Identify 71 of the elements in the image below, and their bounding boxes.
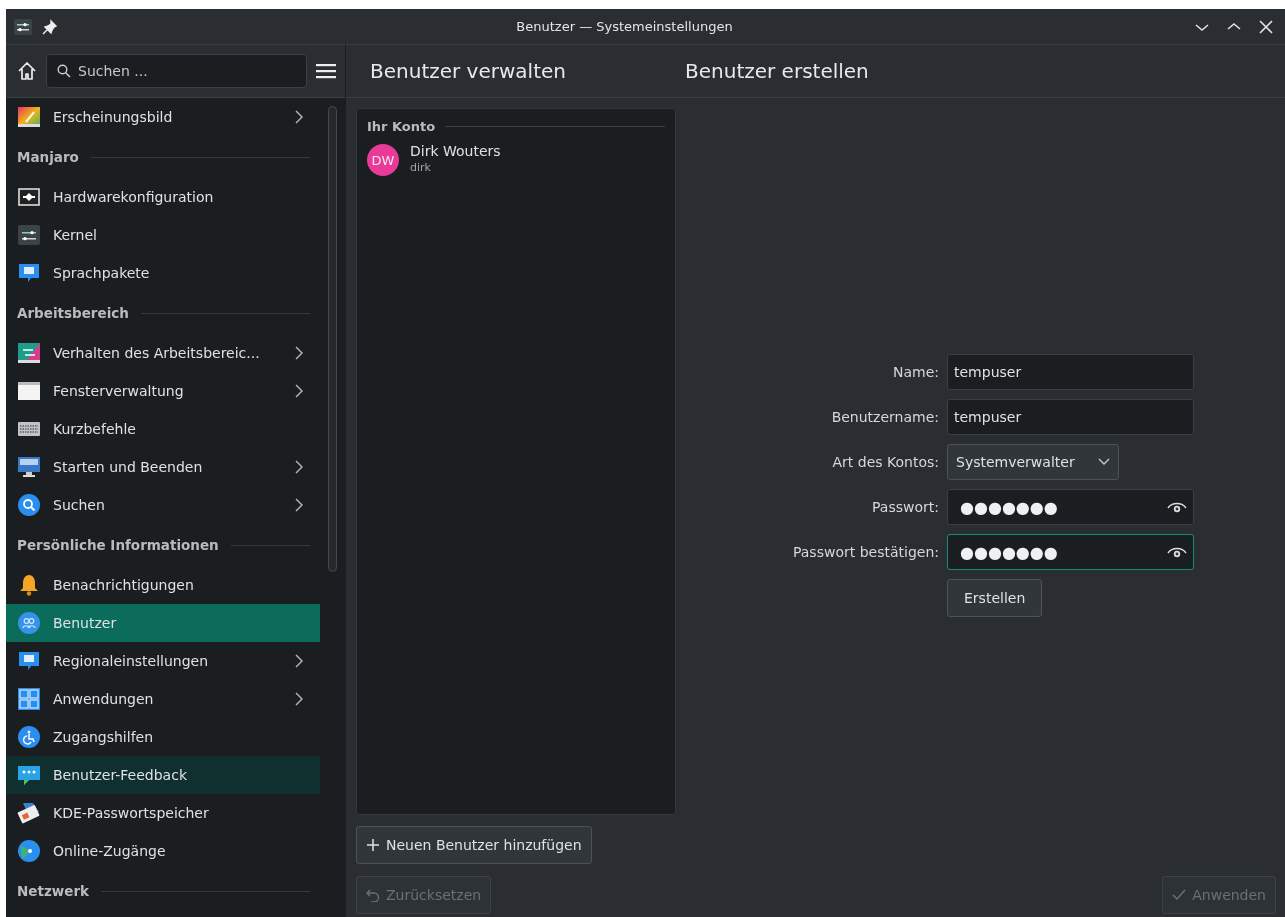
page-title: Benutzer erstellen bbox=[685, 59, 869, 83]
field-label: Passwort bestätigen: bbox=[791, 544, 939, 560]
sidebar-item[interactable]: Hardwarekonfiguration bbox=[6, 178, 320, 216]
sidebar-item[interactable]: Benachrichtigungen bbox=[6, 566, 320, 604]
scrollbar-thumb[interactable] bbox=[328, 106, 337, 572]
page-title: Benutzer verwalten bbox=[370, 59, 566, 83]
sidebar-item[interactable]: Benutzer-Feedback bbox=[6, 756, 320, 794]
sidebar-item[interactable]: Regionaleinstellungen bbox=[6, 642, 320, 680]
sidebar-item[interactable]: Starten und Beenden bbox=[6, 448, 320, 486]
password-field[interactable]: ●●●●●●● bbox=[947, 534, 1194, 570]
sidebar-item[interactable]: Kurzbefehle bbox=[6, 410, 320, 448]
add-user-button[interactable]: Neuen Benutzer hinzufügen bbox=[356, 826, 592, 864]
globe-icon bbox=[17, 839, 41, 863]
monitor-icon bbox=[17, 455, 41, 479]
account-type-dropdown[interactable]: Systemverwalter bbox=[947, 444, 1119, 480]
eye-icon[interactable] bbox=[1167, 545, 1187, 559]
chevron-right-icon bbox=[294, 692, 304, 706]
section-heading: Manjaro bbox=[17, 149, 79, 165]
card-icon bbox=[17, 185, 41, 209]
avatar: DW bbox=[367, 144, 399, 176]
sidebar-item[interactable]: Verhalten des Arbeitsbereic... bbox=[6, 334, 320, 372]
sidebar-item[interactable]: Zugangshilfen bbox=[6, 718, 320, 756]
user-login: dirk bbox=[410, 161, 432, 174]
window-title: Benutzer — Systemeinstellungen bbox=[515, 19, 734, 34]
chevron-right-icon bbox=[294, 110, 304, 124]
window-icon bbox=[17, 379, 41, 403]
users-icon bbox=[17, 611, 41, 635]
section-heading: Netzwerk bbox=[17, 883, 90, 899]
field-label: Art des Kontos: bbox=[831, 454, 939, 470]
sidebar-item[interactable]: Online-Zugänge bbox=[6, 832, 320, 870]
sidebar-item[interactable]: Kernel bbox=[6, 216, 320, 254]
password-field[interactable]: ●●●●●●● bbox=[947, 489, 1194, 525]
app-icon[interactable] bbox=[14, 17, 32, 36]
create-button[interactable]: Erstellen bbox=[947, 579, 1043, 617]
chevron-right-icon bbox=[294, 654, 304, 668]
section-heading: Persönliche Informationen bbox=[17, 537, 219, 553]
sidebar-item[interactable]: Suchen bbox=[6, 486, 320, 524]
checkmark-icon bbox=[1172, 888, 1187, 902]
eye-icon[interactable] bbox=[1167, 500, 1187, 514]
sidebar-item[interactable]: Fensterverwaltung bbox=[6, 372, 320, 410]
sidebar-item[interactable]: Benutzer bbox=[6, 604, 320, 642]
field-label: Benutzername: bbox=[830, 409, 939, 425]
pin-icon[interactable] bbox=[42, 18, 58, 35]
user-name: Dirk Wouters bbox=[410, 143, 501, 159]
search-field[interactable]: Suchen ... bbox=[46, 54, 307, 88]
sidebar-item[interactable]: Erscheinungsbild bbox=[6, 98, 320, 136]
field-label: Name: bbox=[891, 364, 939, 380]
sidebar-item[interactable]: Anwendungen bbox=[6, 680, 320, 718]
color-swatch-icon bbox=[17, 105, 41, 129]
sliders-icon bbox=[17, 223, 41, 247]
sidebar-item[interactable]: KDE-Passwortspeicher bbox=[6, 794, 320, 832]
input-field[interactable]: tempuser bbox=[947, 399, 1194, 435]
grid-icon bbox=[17, 687, 41, 711]
id-card-icon bbox=[17, 801, 41, 825]
search-icon bbox=[57, 64, 71, 78]
chevron-right-icon bbox=[294, 460, 304, 474]
chevron-down-icon bbox=[1098, 458, 1110, 466]
magnifier-icon bbox=[17, 493, 41, 517]
undo-icon bbox=[366, 888, 380, 902]
chevron-right-icon bbox=[294, 498, 304, 512]
accessibility-icon bbox=[17, 725, 41, 749]
section-heading: Ihr Konto bbox=[367, 119, 436, 134]
home-icon[interactable] bbox=[16, 60, 38, 82]
chat-bubble-icon bbox=[17, 763, 41, 787]
chevron-right-icon bbox=[294, 346, 304, 360]
field-label: Passwort: bbox=[871, 499, 939, 515]
chevron-right-icon bbox=[294, 384, 304, 398]
input-field[interactable]: tempuser bbox=[947, 354, 1194, 390]
plus-icon bbox=[366, 838, 380, 852]
section-heading: Arbeitsbereich bbox=[17, 305, 129, 321]
sidebar-item[interactable]: Sprachpakete bbox=[6, 254, 320, 292]
